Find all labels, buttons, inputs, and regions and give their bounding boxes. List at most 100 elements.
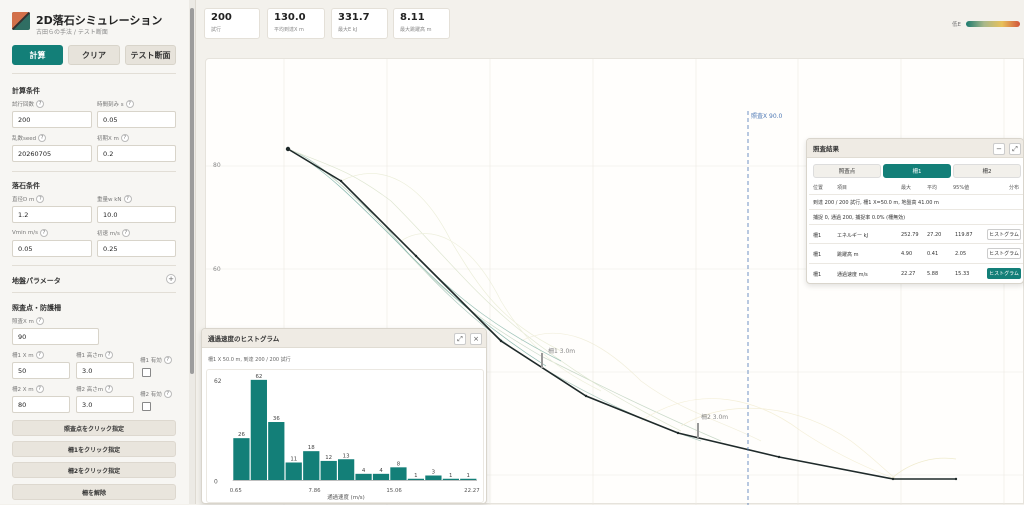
- stat-value: 200: [211, 12, 232, 23]
- cell-avg: 27.20: [927, 232, 942, 238]
- init-x-label: 初期X m?: [97, 134, 129, 142]
- tab-fence1[interactable]: 柵1: [883, 164, 951, 178]
- help-icon[interactable]: ?: [105, 351, 114, 359]
- help-icon[interactable]: ?: [163, 356, 172, 364]
- calc-section-title: 計算条件: [12, 87, 40, 95]
- ground-section-title[interactable]: 地盤パラメータ: [12, 276, 61, 286]
- sidebar: 2D落石シミュレーション 古田らの手法 / テスト断面 計算 クリア テスト断面…: [0, 0, 196, 504]
- tab-check-point[interactable]: 照査点: [813, 164, 881, 178]
- cell-item: エネルギー kJ: [837, 233, 868, 239]
- help-icon[interactable]: ?: [105, 385, 114, 393]
- divider: [12, 171, 176, 172]
- energy-legend-bar: [966, 21, 1020, 27]
- help-icon[interactable]: ?: [120, 134, 129, 142]
- trials-input[interactable]: 200: [12, 111, 92, 128]
- help-icon[interactable]: ?: [121, 229, 130, 237]
- weight-input[interactable]: 10.0: [97, 206, 176, 223]
- histogram-button[interactable]: ヒストグラム: [987, 268, 1021, 279]
- results-info-reach: 到達 200 / 200 試行, 柵1 X=50.0 m, 地盤高 41.00 …: [813, 200, 939, 206]
- bar-value-label: 11: [290, 457, 297, 463]
- cell-p95: 2.05: [955, 251, 967, 257]
- divider: [12, 73, 176, 74]
- divider: [809, 224, 1023, 225]
- fence1-enabled-label: 柵1 有効?: [140, 356, 172, 364]
- bar-value-label: 12: [325, 455, 332, 461]
- col-header: 最大: [901, 185, 912, 191]
- v0-input[interactable]: 0.25: [97, 240, 176, 257]
- fence1-height-input[interactable]: 3.0: [76, 362, 134, 379]
- expand-plus-icon[interactable]: +: [166, 274, 176, 284]
- help-icon[interactable]: ?: [163, 390, 172, 398]
- y-tick-label: 60: [213, 266, 221, 273]
- cell-max: 4.90: [901, 251, 913, 257]
- histogram-bar: [425, 475, 442, 481]
- pick-fence2-button[interactable]: 柵2をクリック指定: [12, 462, 176, 478]
- cell-pos: 柵1: [813, 272, 822, 278]
- init-x-input[interactable]: 0.2: [97, 145, 176, 162]
- check-x-input[interactable]: 90: [12, 328, 99, 345]
- results-title: 照査結果: [813, 145, 839, 153]
- trials-label: 試行回数?: [12, 100, 45, 108]
- help-icon[interactable]: ?: [36, 100, 45, 108]
- fence1-x-label: 柵1 X m?: [12, 351, 44, 359]
- vmin-input[interactable]: 0.05: [12, 240, 92, 257]
- stat-value: 130.0: [274, 12, 306, 23]
- col-header: 分布: [1009, 185, 1020, 191]
- rock-section-title: 落石条件: [12, 182, 40, 190]
- results-panel: 照査結果 − ⤢ 照査点 柵1 柵2 位置 項目 最大 平均 95%値 分布 到…: [806, 138, 1024, 284]
- minimize-icon[interactable]: −: [993, 143, 1005, 155]
- histogram-bar: [303, 451, 320, 481]
- clear-button[interactable]: クリア: [68, 45, 120, 65]
- test-section-button[interactable]: テスト断面: [125, 45, 176, 65]
- x-tick-label: 22.27: [464, 488, 479, 494]
- histogram-bar: [372, 473, 390, 481]
- timestep-input[interactable]: 0.05: [97, 111, 176, 128]
- cell-p95: 119.87: [955, 232, 973, 238]
- sidebar-scroll-thumb[interactable]: [190, 8, 194, 374]
- col-header: 位置: [813, 185, 824, 191]
- histogram-panel-header[interactable]: 通過速度のヒストグラム: [202, 329, 486, 348]
- help-icon[interactable]: ?: [123, 195, 132, 203]
- compute-button[interactable]: 計算: [12, 45, 63, 65]
- histogram-button[interactable]: ヒストグラム: [987, 248, 1021, 259]
- help-icon[interactable]: ?: [36, 195, 45, 203]
- histogram-bar: [320, 460, 337, 481]
- histogram-bar: [390, 467, 407, 481]
- help-icon[interactable]: ?: [35, 385, 44, 393]
- histogram-bar: [233, 438, 250, 481]
- remove-fence-button[interactable]: 柵を解除: [12, 484, 176, 500]
- energy-legend-label: 低E: [952, 22, 961, 28]
- diameter-input[interactable]: 1.2: [12, 206, 92, 223]
- help-icon[interactable]: ?: [38, 134, 47, 142]
- stat-label: 平均到達X m: [274, 27, 304, 33]
- expand-icon[interactable]: ⤢: [454, 333, 466, 345]
- cell-pos: 柵1: [813, 252, 822, 258]
- fence1-enabled-checkbox[interactable]: [142, 368, 151, 377]
- fence2-enabled-checkbox[interactable]: [142, 402, 151, 411]
- histogram-button[interactable]: ヒストグラム: [987, 229, 1021, 240]
- cell-item: 通過速度 m/s: [837, 272, 868, 278]
- help-icon[interactable]: ?: [125, 100, 134, 108]
- check-section-title: 照査点・防護柵: [12, 304, 61, 312]
- pick-fence1-button[interactable]: 柵1をクリック指定: [12, 441, 176, 457]
- weight-label: 重量w kN?: [97, 195, 132, 203]
- seed-label: 乱数seed?: [12, 134, 47, 142]
- results-panel-header[interactable]: 照査結果: [807, 139, 1023, 158]
- pick-check-point-button[interactable]: 照査点をクリック指定: [12, 420, 176, 436]
- help-icon[interactable]: ?: [39, 229, 48, 237]
- check-line-label: 照査X 90.0: [751, 112, 783, 120]
- histogram-title: 通過速度のヒストグラム: [208, 335, 280, 343]
- tab-fence2[interactable]: 柵2: [953, 164, 1021, 178]
- help-icon[interactable]: ?: [35, 351, 44, 359]
- divider: [809, 194, 1023, 195]
- seed-input[interactable]: 20260705: [12, 145, 92, 162]
- help-icon[interactable]: ?: [35, 317, 44, 325]
- histogram-bar: [285, 462, 302, 481]
- fence2-height-input[interactable]: 3.0: [76, 396, 134, 413]
- histogram-bar: [338, 459, 355, 481]
- expand-icon[interactable]: ⤢: [1009, 143, 1021, 155]
- fence2-x-input[interactable]: 80: [12, 396, 70, 413]
- fence2-label: 柵2 3.0m: [701, 413, 728, 421]
- fence1-x-input[interactable]: 50: [12, 362, 70, 379]
- close-icon[interactable]: ×: [470, 333, 482, 345]
